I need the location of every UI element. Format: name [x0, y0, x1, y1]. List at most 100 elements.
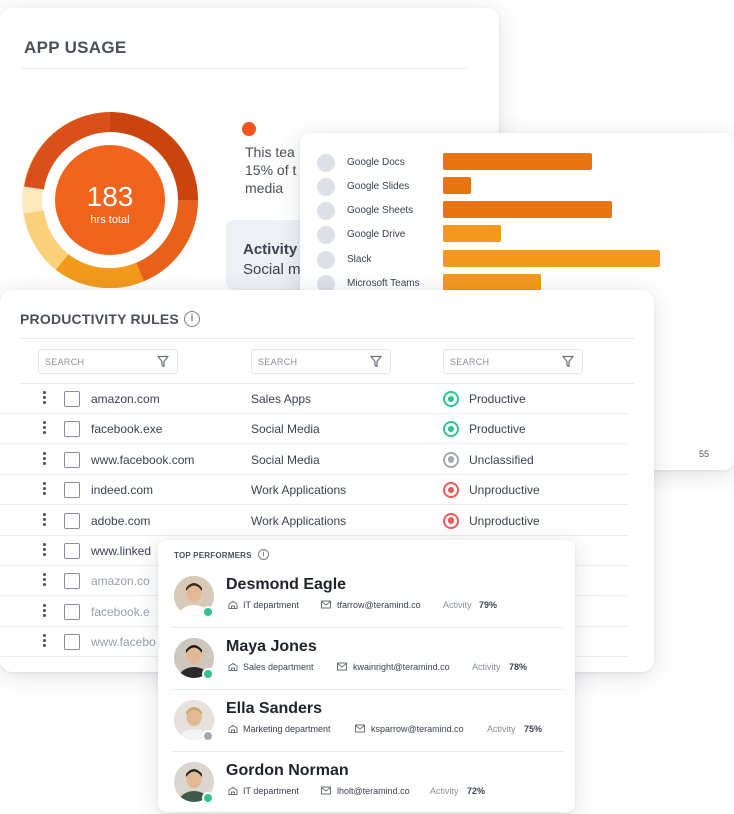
- app-bar-row: Google Sheets: [300, 201, 734, 221]
- row-checkbox[interactable]: [64, 634, 80, 651]
- drag-handle-icon[interactable]: [43, 573, 47, 589]
- performer-name[interactable]: Maya Jones: [226, 638, 317, 656]
- app-bar-row: Google Slides: [300, 177, 734, 197]
- row-checkbox[interactable]: [64, 603, 80, 620]
- status-search-input[interactable]: SEARCH: [443, 349, 583, 374]
- category-search-input[interactable]: SEARCH: [251, 349, 391, 374]
- total-hours-label: hrs total: [90, 214, 130, 226]
- drag-handle-icon[interactable]: [43, 512, 47, 529]
- category-cell: Sales Apps: [251, 392, 312, 406]
- building-icon: [228, 662, 238, 671]
- drag-handle-icon[interactable]: [43, 421, 47, 437]
- activity-value: 75%: [524, 724, 543, 734]
- domain-cell: facebook.e: [91, 604, 150, 619]
- filter-icon[interactable]: [157, 355, 169, 368]
- app-bar-label: Google Sheets: [347, 205, 414, 216]
- drag-handle-icon[interactable]: [43, 543, 47, 559]
- filter-icon[interactable]: [370, 355, 382, 368]
- performer-name[interactable]: Ella Sanders: [226, 700, 322, 718]
- status-dot-core: [447, 425, 454, 432]
- domain-search-input[interactable]: SEARCH: [38, 349, 178, 374]
- presence-status-icon: [202, 792, 214, 804]
- status-productive-icon: [443, 391, 459, 407]
- activity-label: Activity: [472, 662, 501, 672]
- domain-cell: www.linked: [91, 544, 152, 558]
- performer-email[interactable]: ksparrow@teramind.co: [371, 724, 464, 734]
- drag-handle-icon[interactable]: [43, 603, 47, 620]
- performer-email[interactable]: lholt@teramind.co: [337, 786, 410, 796]
- performer-row[interactable]: Gordon Norman IT department lholt@teramind…: [158, 752, 575, 812]
- performer-name[interactable]: Gordon Norman: [226, 762, 349, 780]
- domain-cell: www.facebook.com: [91, 452, 195, 467]
- status-cell: Productive: [469, 422, 526, 437]
- app-icon-placeholder: [317, 154, 335, 172]
- domain-cell: amazon.co: [91, 574, 150, 589]
- filter-icon[interactable]: [562, 355, 574, 368]
- row-checkbox[interactable]: [64, 543, 80, 559]
- productivity-rules-title: PRODUCTIVITY RULES: [20, 311, 179, 327]
- search-placeholder: SEARCH: [450, 357, 490, 367]
- app-bar-label: Google Docs: [347, 157, 405, 168]
- activity-value: 72%: [467, 786, 486, 796]
- category-cell: Work Applications: [251, 513, 347, 528]
- performer-row[interactable]: Maya Jones Sales department kwainright@ter…: [158, 628, 575, 690]
- app-icon-placeholder: [317, 251, 335, 269]
- status-unproductive-icon: [443, 482, 459, 499]
- performer-row[interactable]: Ella Sanders Marketing department ksparrow…: [158, 690, 575, 752]
- drag-handle-icon[interactable]: [43, 634, 47, 650]
- app-bar-row: Google Docs: [300, 153, 734, 173]
- performer-department: IT department: [243, 786, 299, 796]
- info-icon[interactable]: i: [184, 311, 200, 327]
- row-checkbox[interactable]: [64, 482, 80, 499]
- category-cell: Social Media: [251, 422, 320, 437]
- performer-email[interactable]: tfarrow@teramind.co: [337, 600, 421, 610]
- table-row[interactable]: adobe.com Work Applications Unproductive: [0, 506, 628, 536]
- activity-label: Activity: [487, 724, 516, 734]
- row-checkbox[interactable]: [64, 391, 80, 407]
- performer-row[interactable]: Desmond Eagle IT department tfarrow@terami…: [158, 566, 575, 628]
- drag-handle-icon[interactable]: [43, 451, 47, 468]
- presence-status-icon: [202, 668, 214, 680]
- row-checkbox[interactable]: [64, 512, 80, 529]
- corner-number: 55: [699, 449, 710, 459]
- table-row[interactable]: facebook.exe Social Media Productive: [0, 414, 628, 445]
- performer-name[interactable]: Desmond Eagle: [226, 576, 346, 594]
- table-row[interactable]: indeed.com Work Applications Unproductive: [0, 475, 628, 506]
- drag-handle-icon[interactable]: [43, 391, 47, 407]
- status-dot-core: [447, 395, 454, 402]
- search-placeholder: SEARCH: [45, 357, 85, 367]
- performer-department: Sales department: [243, 662, 314, 672]
- legend-dot: [242, 122, 256, 136]
- domain-cell: www.facebo: [91, 635, 156, 650]
- category-cell: Social Media: [251, 452, 320, 467]
- app-bar-label: Microsoft Teams: [347, 278, 420, 289]
- status-unproductive-icon: [443, 512, 459, 529]
- row-checkbox[interactable]: [64, 451, 80, 468]
- status-cell: Unproductive: [469, 483, 540, 498]
- mail-icon: [321, 600, 331, 609]
- app-icon-placeholder: [317, 226, 335, 244]
- app-bar-row: Google Drive: [300, 225, 734, 245]
- status-dot-core: [447, 456, 454, 463]
- activity-value: 78%: [509, 662, 528, 672]
- table-row[interactable]: www.facebook.com Social Media Unclassified: [0, 445, 628, 475]
- app-bar-label: Slack: [347, 254, 372, 265]
- top-performers-title: TOP PERFORMERS: [174, 551, 252, 560]
- performer-department: IT department: [243, 600, 299, 610]
- row-checkbox[interactable]: [64, 421, 80, 438]
- top-performers-card: TOP PERFORMERS i Desmond Eagle IT departm…: [158, 540, 575, 812]
- activity-box-value: Social m: [243, 261, 301, 278]
- domain-cell: indeed.com: [91, 483, 154, 498]
- mail-icon: [321, 786, 331, 795]
- table-row[interactable]: amazon.com Sales Apps Productive: [0, 384, 628, 414]
- info-icon[interactable]: i: [258, 549, 269, 560]
- total-hours: 183: [86, 181, 134, 212]
- app-icon-placeholder: [317, 178, 335, 196]
- row-checkbox[interactable]: [64, 573, 80, 590]
- app-bar: [443, 201, 612, 218]
- status-productive-icon: [443, 421, 459, 438]
- donut-segment: [55, 253, 144, 288]
- drag-handle-icon[interactable]: [43, 482, 47, 498]
- building-icon: [228, 600, 238, 609]
- performer-email[interactable]: kwainright@teramind.co: [353, 662, 450, 672]
